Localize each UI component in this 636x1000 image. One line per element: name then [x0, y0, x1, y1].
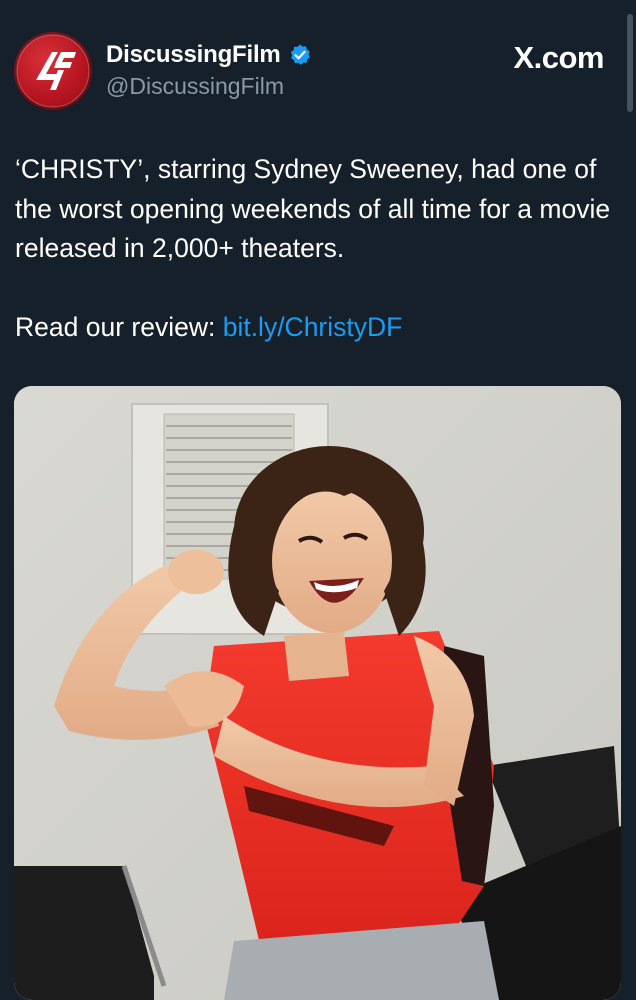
display-name[interactable]: DiscussingFilm	[106, 41, 281, 69]
review-link[interactable]: bit.ly/ChristyDF	[223, 312, 403, 342]
tweet-media-image[interactable]	[14, 386, 621, 1000]
scroll-indicator[interactable]	[627, 14, 633, 112]
photo	[14, 386, 621, 1000]
tweet-main-text: ‘CHRISTY’, starring Sydney Sweeney, had …	[15, 154, 611, 263]
source-label: X.com	[513, 40, 604, 75]
discussingfilm-logo-icon	[16, 34, 90, 108]
tweet-author[interactable]: DiscussingFilm @DiscussingFilm	[106, 40, 312, 100]
avatar[interactable]	[14, 32, 92, 110]
review-prefix: Read our review:	[15, 312, 216, 342]
tweet-header: DiscussingFilm @DiscussingFilm X.com	[14, 32, 622, 112]
verified-badge-icon	[290, 44, 310, 65]
tweet-text: ‘CHRISTY’, starring Sydney Sweeney, had …	[15, 150, 627, 348]
handle[interactable]: @DiscussingFilm	[106, 73, 312, 100]
review-line: Read our review: bit.ly/ChristyDF	[15, 308, 627, 348]
